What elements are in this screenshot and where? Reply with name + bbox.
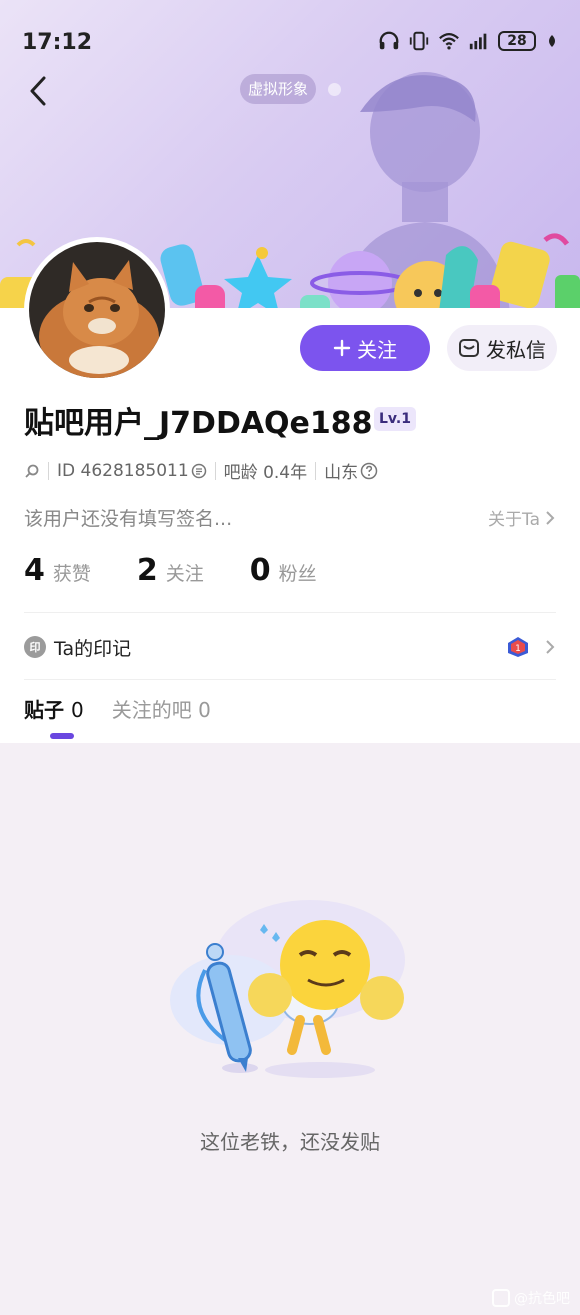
follow-label: 关注 <box>357 337 397 362</box>
message-button[interactable]: 发私信 <box>447 325 557 371</box>
chip-dot <box>328 83 341 96</box>
location: 山东 <box>324 463 359 483</box>
meta-divider <box>315 461 317 480</box>
empty-state-illustration <box>170 900 405 1078</box>
divider <box>24 679 556 680</box>
cat-avatar-image <box>29 242 165 378</box>
follow-button[interactable]: 关注 <box>300 325 430 371</box>
svg-text:1: 1 <box>515 644 521 654</box>
message-label: 发私信 <box>486 337 546 362</box>
about-label: 关于Ta <box>488 510 540 530</box>
bar-age: 吧龄 0.4年 <box>223 463 308 483</box>
signature-text: 该用户还没有填写签名... <box>24 508 233 530</box>
battery-indicator: 28 <box>498 31 536 51</box>
watermark-text: @抗色吧 <box>514 1291 570 1307</box>
stat-number: 0 <box>249 553 271 588</box>
mark-badge-icon: 印 <box>24 636 46 658</box>
meta-divider <box>214 461 216 480</box>
tab-label: 关注的吧 <box>111 698 192 722</box>
empty-state-text: 这位老铁，还没发贴 <box>200 1130 380 1154</box>
about-link[interactable]: 关于Ta <box>488 505 556 530</box>
copy-icon[interactable] <box>191 463 207 479</box>
profile-tabs: 贴子 0 关注的吧 0 <box>24 694 211 723</box>
stat-following[interactable]: 2 关注 <box>137 553 204 588</box>
mark-right: 1 <box>506 635 556 659</box>
signal-icon <box>469 33 487 50</box>
level-badge[interactable]: Lv.1 <box>374 407 416 431</box>
watermark: @抗色吧 <box>492 1288 570 1308</box>
message-icon <box>459 339 479 357</box>
status-time: 17:12 <box>22 30 93 55</box>
stat-number: 4 <box>24 553 45 588</box>
mark-row[interactable]: 印 Ta的印记 1 <box>24 632 556 662</box>
tab-indicator <box>50 733 74 739</box>
search-icon <box>25 464 39 478</box>
tab-count: 0 <box>70 698 84 722</box>
tab-followed-bars[interactable]: 关注的吧 0 <box>112 694 211 723</box>
tab-label: 贴子 <box>24 698 64 722</box>
avatar[interactable] <box>24 237 170 383</box>
stat-label: 关注 <box>165 563 204 585</box>
mark-label: Ta的印记 <box>54 637 132 660</box>
chevron-right-icon <box>546 640 555 654</box>
stats-row: 4 获赞 2 关注 0 粉丝 <box>24 553 363 588</box>
tab-posts[interactable]: 贴子 0 <box>24 694 84 723</box>
battery-level: 28 <box>507 33 527 49</box>
divider <box>24 612 556 613</box>
watermark-logo-icon <box>492 1289 510 1307</box>
back-arrow-icon[interactable] <box>24 74 54 108</box>
stat-likes[interactable]: 4 获赞 <box>24 553 91 588</box>
wifi-icon <box>439 33 459 50</box>
user-id: ID 4628185011 <box>57 460 189 481</box>
status-icons: 28 <box>378 30 560 52</box>
rank-medal-icon: 1 <box>508 637 528 657</box>
username: 贴吧用户_J7DDAQe188 <box>24 406 373 441</box>
plus-icon <box>333 339 351 357</box>
vibrate-icon <box>409 31 429 51</box>
stat-label: 获赞 <box>52 563 91 585</box>
headphones-icon <box>379 31 399 50</box>
meta-row: ID 4628185011 吧龄 0.4年 山东 <box>24 458 378 483</box>
tab-count: 0 <box>198 698 211 722</box>
meta-divider <box>48 461 49 480</box>
stat-number: 2 <box>136 553 158 588</box>
leaf-icon <box>549 35 555 47</box>
stat-fans[interactable]: 0 粉丝 <box>250 553 317 588</box>
chevron-right-icon <box>546 510 555 525</box>
help-icon[interactable] <box>360 462 378 480</box>
stat-label: 粉丝 <box>278 563 317 585</box>
virtual-avatar-chip[interactable]: 虚拟形象 <box>240 74 317 104</box>
